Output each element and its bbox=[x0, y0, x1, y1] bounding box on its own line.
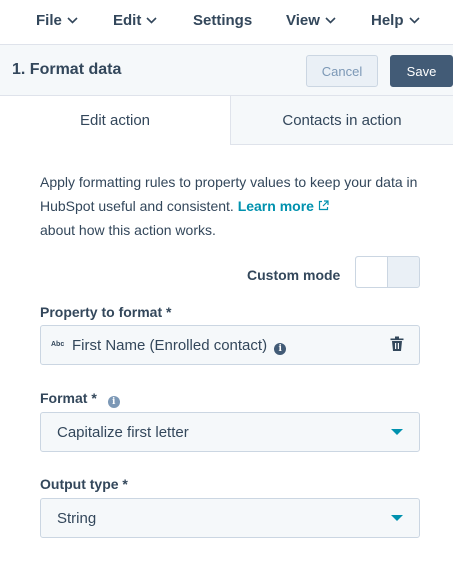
description-text-after: about how this action works. bbox=[40, 222, 216, 238]
menu-edit[interactable]: Edit bbox=[113, 12, 157, 29]
learn-more-label: Learn more bbox=[237, 198, 314, 214]
output-type-value: String bbox=[57, 510, 97, 527]
output-type-label: Output type * bbox=[40, 476, 128, 492]
property-value-text: First Name (Enrolled contact) bbox=[72, 337, 268, 354]
custom-mode-label: Custom mode bbox=[247, 267, 341, 283]
custom-mode-toggle[interactable] bbox=[355, 256, 420, 288]
property-to-format-label: Property to format * bbox=[40, 304, 172, 320]
chevron-down-icon bbox=[325, 17, 336, 24]
chevron-down-icon bbox=[408, 17, 420, 24]
output-type-select[interactable]: String bbox=[40, 498, 420, 538]
learn-more-link[interactable]: Learn more bbox=[238, 198, 329, 214]
menu-help[interactable]: Help bbox=[371, 12, 420, 29]
text-type-icon: Abc bbox=[51, 341, 65, 348]
format-label: Format * i bbox=[40, 390, 120, 408]
chevron-down-icon bbox=[146, 17, 157, 24]
chevron-down-icon bbox=[67, 17, 78, 24]
info-icon[interactable]: i bbox=[274, 343, 287, 355]
action-description: Apply formatting rules to property value… bbox=[40, 170, 420, 242]
external-link-icon bbox=[318, 200, 329, 211]
action-header: 1. Format data Cancel Save bbox=[0, 45, 453, 96]
menu-edit-label: Edit bbox=[113, 12, 142, 29]
description-text: Apply formatting rules to property value… bbox=[40, 174, 418, 214]
tab-edit-action[interactable]: Edit action bbox=[0, 96, 230, 145]
property-value: First Name (Enrolled contact) i bbox=[72, 337, 287, 355]
menu-bar: File Edit Settings View Help bbox=[0, 0, 453, 45]
save-button[interactable]: Save bbox=[390, 55, 453, 87]
page-title: 1. Format data bbox=[12, 61, 122, 78]
menu-help-label: Help bbox=[371, 12, 404, 29]
menu-settings[interactable]: Settings bbox=[193, 12, 252, 29]
toggle-knob bbox=[356, 257, 388, 287]
menu-file-label: File bbox=[36, 12, 62, 29]
tab-contacts-in-action[interactable]: Contacts in action bbox=[230, 96, 453, 145]
format-select-value: Capitalize first letter bbox=[57, 424, 189, 441]
format-label-text: Format * bbox=[40, 390, 97, 406]
menu-view[interactable]: View bbox=[286, 12, 336, 29]
info-icon[interactable]: i bbox=[107, 396, 120, 408]
trash-icon[interactable] bbox=[390, 336, 404, 352]
format-select[interactable]: Capitalize first letter bbox=[40, 412, 420, 452]
caret-down-icon bbox=[391, 429, 403, 435]
caret-down-icon bbox=[391, 515, 403, 521]
menu-file[interactable]: File bbox=[36, 12, 78, 29]
tab-bar: Edit action Contacts in action bbox=[0, 96, 453, 145]
cancel-button[interactable]: Cancel bbox=[306, 55, 378, 87]
menu-settings-label: Settings bbox=[193, 12, 253, 29]
menu-view-label: View bbox=[286, 12, 320, 29]
property-to-format-field[interactable]: Abc First Name (Enrolled contact) i bbox=[40, 325, 420, 365]
